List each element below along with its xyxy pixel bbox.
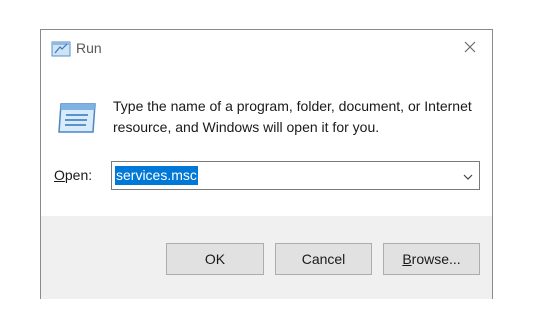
cancel-button[interactable]: Cancel	[275, 243, 372, 275]
browse-label-rest: rowse...	[411, 251, 461, 267]
open-label-accesskey: O	[54, 167, 65, 183]
button-bar: OK Cancel Browse...	[41, 216, 492, 299]
open-input-value[interactable]: services.msc	[115, 166, 198, 185]
dropdown-button[interactable]	[457, 162, 479, 189]
instruction-text: Type the name of a program, folder, docu…	[113, 98, 472, 135]
open-combobox[interactable]: services.msc	[111, 161, 480, 190]
run-app-icon	[51, 41, 71, 57]
window-title: Run	[76, 40, 102, 56]
browse-button[interactable]: Browse...	[383, 243, 480, 275]
browse-accesskey: B	[402, 251, 412, 267]
close-icon	[464, 40, 476, 58]
run-program-icon	[55, 100, 99, 136]
open-label-rest: pen:	[64, 167, 93, 183]
run-dialog: Run Type the name of a program, folder, …	[40, 29, 493, 299]
close-button[interactable]	[448, 30, 492, 68]
open-label: Open:	[54, 167, 92, 183]
title-bar: Run	[41, 30, 492, 68]
ok-button[interactable]: OK	[166, 243, 264, 275]
chevron-down-icon	[463, 167, 473, 185]
